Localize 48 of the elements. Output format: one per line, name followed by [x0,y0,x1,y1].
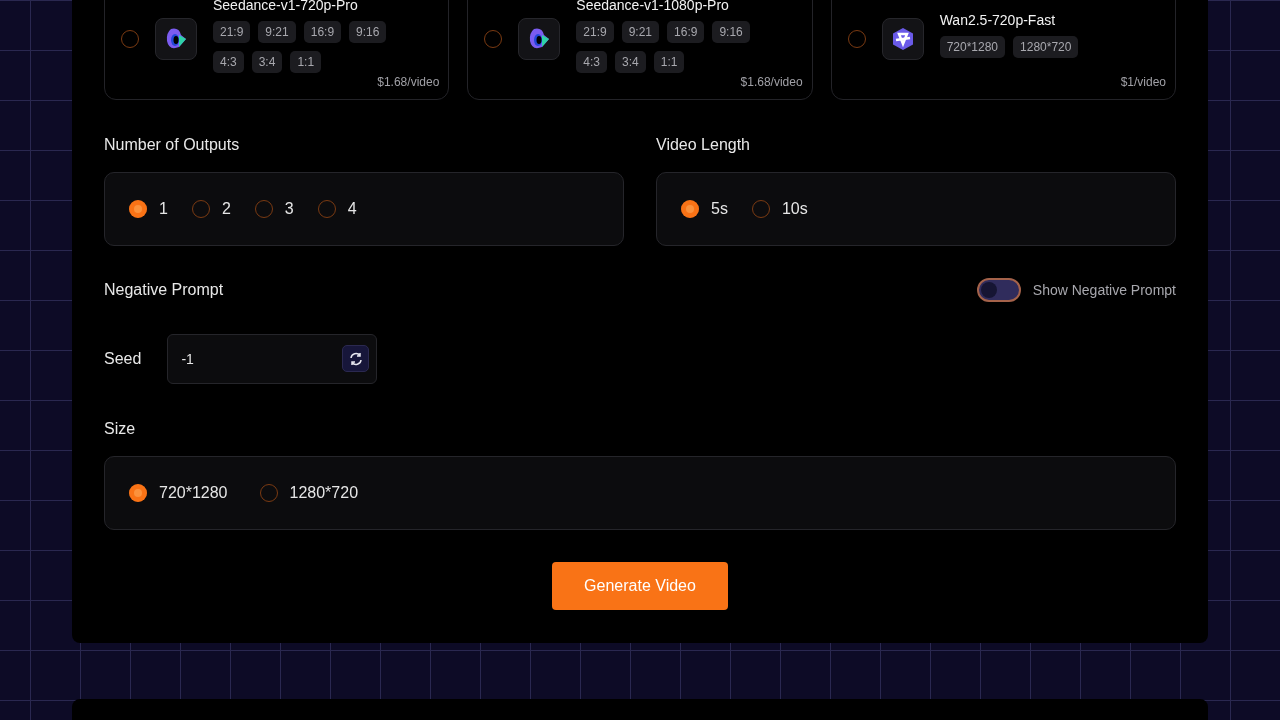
radio-button[interactable] [681,200,699,218]
option-tag: 3:4 [251,51,283,73]
model-name: Seedance-v1-1080p-Pro [576,0,730,13]
radio-button[interactable] [129,200,147,218]
section-label: Size [104,420,137,438]
radio-option[interactable]: 5s [681,200,728,218]
radio-option[interactable]: 1280*720 [259,484,359,502]
model-card[interactable]: Seedance-v1-720p-Pro 21:9 9:21 16:9 9:16 4:3 3:4 1:1 $1.68/video [104,0,450,100]
option-tag: 21:9 [213,21,251,43]
section-label: Negative Prompt [104,281,224,299]
seed-label: Seed [104,350,142,368]
swirl-logo-icon [528,27,551,51]
price-label: $1.68/video [740,75,803,89]
price-label: $1/video [1120,75,1166,89]
option-tag: 9:21 [621,21,660,43]
radio-button[interactable] [129,484,147,502]
option-tag: 3:4 [615,51,646,73]
section-label: Video Length [656,136,751,154]
radio-option[interactable]: 2 [191,200,231,218]
toggle-label: Show Negative Prompt [1032,282,1176,298]
option-tag: 9:16 [712,21,750,43]
price-label: $1.68/video [377,75,440,89]
radio-option[interactable]: 1 [129,200,168,218]
model-card[interactable]: Wan2.5-720p-Fast 720*1280 1280*720 $1/video [830,0,1176,100]
refresh-button[interactable] [342,345,370,372]
radio-option[interactable]: 10s [751,200,808,218]
model-name: Wan2.5-720p-Fast [939,12,1057,28]
option-tag: 720*1280 [939,36,1006,58]
option-tag: 1:1 [653,51,685,73]
option-tag: 4:3 [213,51,244,73]
seed-field[interactable]: -1 [167,334,378,384]
toggle-switch[interactable] [976,278,1021,302]
refresh-icon [347,350,364,367]
model-name: Seedance-v1-720p-Pro [213,0,359,13]
swirl-logo-icon [165,27,187,51]
option-tag: 9:16 [349,21,387,43]
option-tag: 9:21 [258,21,296,43]
option-tag: 21:9 [576,21,614,43]
option-tag: 16:9 [667,21,705,43]
option-tag: 4:3 [576,51,607,73]
radio-option[interactable]: 4 [317,200,357,218]
radio-option[interactable]: 720*1280 [129,484,228,502]
radio-option[interactable]: 3 [254,200,294,218]
option-tag: 1:1 [290,51,322,73]
option-tag: 1280*720 [1013,36,1079,58]
option-tag: 16:9 [303,21,342,43]
model-card[interactable]: Seedance-v1-1080p-Pro 21:9 9:21 16:9 9:16 4:3 3:4 1:1 $1.68/video [467,0,813,100]
section-label: Number of Outputs [104,136,241,154]
